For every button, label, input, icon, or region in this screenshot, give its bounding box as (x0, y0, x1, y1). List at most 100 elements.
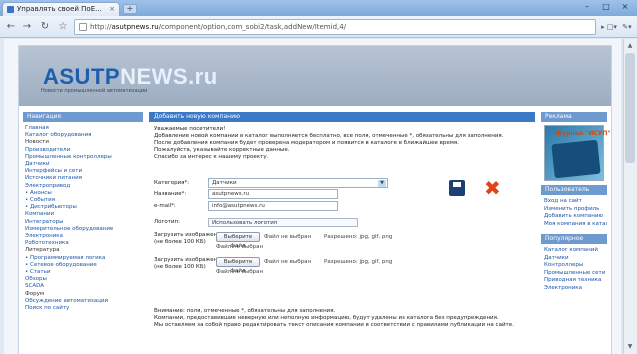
content-heading: Добавить новую компанию (149, 112, 535, 122)
popular-link[interactable]: Приводная техника (541, 277, 607, 285)
left-sidebar: Навигация Главная Каталог оборудования Нов… (23, 112, 143, 354)
logo-accent: NEWS.ru (120, 64, 218, 89)
new-tab-button[interactable]: + (123, 4, 137, 14)
banner-title: Журнал "ИСУП" (555, 130, 611, 137)
intro-line: После добавления компания будет проверен… (154, 140, 459, 146)
sidebar-item[interactable]: Поиск по сайту (25, 305, 141, 312)
sidebar-item: Литература (25, 247, 60, 254)
intro-text: Уважаемые посетители! Добавление новой к… (154, 126, 530, 161)
file-note-2: Разрешено: jpg, gif, png (324, 259, 393, 265)
sidebar-item[interactable]: Источники питания (25, 175, 141, 182)
sidebar-item[interactable]: • Статьи (25, 269, 141, 276)
popular-link[interactable]: Электроника (541, 285, 607, 293)
tab-title: Управлять своей ПоЕ... (17, 5, 102, 13)
popular-heading: Популярное (541, 234, 607, 244)
left-sidebar-heading: Навигация (23, 112, 143, 122)
sidebar-item[interactable]: Интерфейсы и сети (25, 168, 141, 175)
logo-tagline: Новости промышленной автоматизации (41, 88, 148, 94)
sidebar-item[interactable]: Интеграторы (25, 219, 141, 226)
site-logo[interactable]: ASUTPNEWS.ru Новости промышленной автома… (31, 58, 217, 94)
sidebar-item[interactable]: • Анонсы (25, 190, 141, 197)
page-menu-icon[interactable]: ▸ □▾ (600, 20, 618, 34)
main-content: Добавить новую компанию Уважаемые посети… (149, 112, 535, 354)
company-name-input[interactable]: asutpnews.ru (208, 189, 338, 199)
file-status: Файл не выбран (264, 234, 312, 240)
sidebar-item[interactable]: Обсуждение автоматизации (25, 298, 141, 305)
user-heading: Пользователь (541, 185, 607, 195)
user-link[interactable]: Добавить компанию (541, 213, 607, 221)
bookmark-star-icon[interactable]: ☆ (56, 20, 70, 34)
close-window-icon[interactable]: × (616, 1, 634, 13)
sidebar-item[interactable]: Компании (25, 211, 141, 218)
form-footnote: Внимание: поля, отмеченные *, обязательн… (154, 308, 530, 329)
sidebar-item[interactable]: Главная (25, 125, 141, 132)
sidebar-item[interactable]: Промышленные контроллеры (25, 154, 141, 161)
sidebar-item[interactable]: • Сетевое оборудование (25, 262, 141, 269)
save-icon[interactable] (449, 180, 465, 196)
magazine-cover-image (551, 139, 601, 179)
sidebar-item[interactable]: Измерительное оборудование (25, 226, 141, 233)
user-link[interactable]: Моя компания в каталоге (541, 221, 607, 229)
popular-link[interactable]: Каталог компаний (541, 247, 607, 255)
logo-label: Логотип: (154, 219, 180, 225)
sidebar-item[interactable]: • Дистрибьюторы (25, 204, 141, 211)
page-viewport: ASUTPNEWS.ru Новости промышленной автома… (4, 39, 621, 354)
browser-tab[interactable]: Управлять своей ПоЕ... × (2, 2, 120, 16)
sidebar-item[interactable]: • События (25, 197, 141, 204)
site-container: ASUTPNEWS.ru Новости промышленной автома… (18, 45, 612, 354)
user-link[interactable]: Изменить профиль (541, 206, 607, 214)
right-sidebar: Реклама Журнал "ИСУП" Пользователь Вход … (541, 112, 611, 354)
sidebar-item: Новости (25, 139, 49, 146)
choose-file-button-2[interactable]: Выберите файл (216, 257, 260, 274)
tab-close-icon[interactable]: × (109, 5, 115, 13)
sidebar-item[interactable]: Каталог оборудования (25, 132, 141, 139)
sidebar-item[interactable]: Электропривод (25, 183, 141, 190)
sidebar-item[interactable]: Электроника (25, 233, 141, 240)
user-link[interactable]: Вход на сайт (541, 198, 607, 206)
upload1-label: Загрузить изображение (154, 232, 225, 238)
file-note: Разрешено: jpg, gif, png (324, 234, 393, 240)
popular-link[interactable]: Контроллеры (541, 262, 607, 270)
file2-name: Файл не выбран (216, 269, 264, 275)
reload-icon[interactable]: ↻ (38, 20, 52, 34)
category-select[interactable]: Датчики ▼ (208, 178, 388, 188)
sidebar-item[interactable]: Производители (25, 147, 141, 154)
maximize-icon[interactable]: □ (597, 1, 615, 13)
category-label: Категория*: (154, 180, 190, 186)
scrollbar-thumb[interactable] (625, 53, 635, 163)
minimize-icon[interactable]: – (578, 1, 596, 13)
ad-heading: Реклама (541, 112, 607, 122)
url-text: http://asutpnews.ru/component/option,com… (90, 23, 347, 31)
upload2-sublabel: (не более 100 КБ) (154, 264, 206, 270)
cancel-icon[interactable]: ✖ (484, 178, 501, 198)
upload2-label: Загрузить изображение (154, 257, 225, 263)
email-label: e-mail*: (154, 203, 176, 209)
popular-link[interactable]: Датчики (541, 255, 607, 263)
tools-menu-icon[interactable]: ✎▾ (619, 20, 635, 34)
back-icon[interactable]: ← (4, 20, 18, 34)
magazine-banner[interactable]: Журнал "ИСУП" (544, 125, 611, 181)
scroll-up-icon[interactable]: ▲ (625, 42, 635, 51)
sidebar-item[interactable]: Датчики (25, 161, 141, 168)
email-field[interactable]: info@asutpnews.ru (208, 201, 338, 211)
address-bar[interactable]: http://asutpnews.ru/component/option,com… (74, 19, 596, 35)
footnote-line: Компании, предоставившие неверную или не… (154, 315, 499, 321)
file-status-2: Файл не выбран (264, 259, 312, 265)
popular-link[interactable]: Промышленные сети (541, 270, 607, 278)
choose-file-button[interactable]: Выберите файл (216, 232, 260, 249)
sidebar-item[interactable]: • Программируемая логика (25, 255, 141, 262)
site-header: ASUTPNEWS.ru Новости промышленной автома… (19, 46, 611, 106)
sidebar-item[interactable]: Обзоры (25, 276, 141, 283)
user-links: Вход на сайт Изменить профиль Добавить ком… (541, 198, 607, 228)
logo-checkbox[interactable]: Использовать логотип (208, 218, 358, 227)
scroll-down-icon[interactable]: ▼ (625, 343, 635, 352)
browser-toolbar: ← → ↻ ☆ http://asutpnews.ru/component/op… (0, 16, 637, 38)
sidebar-item[interactable]: SCADA (25, 283, 141, 290)
sidebar-item[interactable]: Робототехника (25, 240, 141, 247)
intro-line: Уважаемые посетители! (154, 126, 226, 132)
site-favicon-icon (7, 6, 14, 13)
forward-icon[interactable]: → (20, 20, 34, 34)
footnote-line: Мы оставляем за собой право редактироват… (154, 322, 514, 328)
page-icon (79, 23, 87, 31)
upload1-sublabel: (не более 100 КБ) (154, 239, 206, 245)
